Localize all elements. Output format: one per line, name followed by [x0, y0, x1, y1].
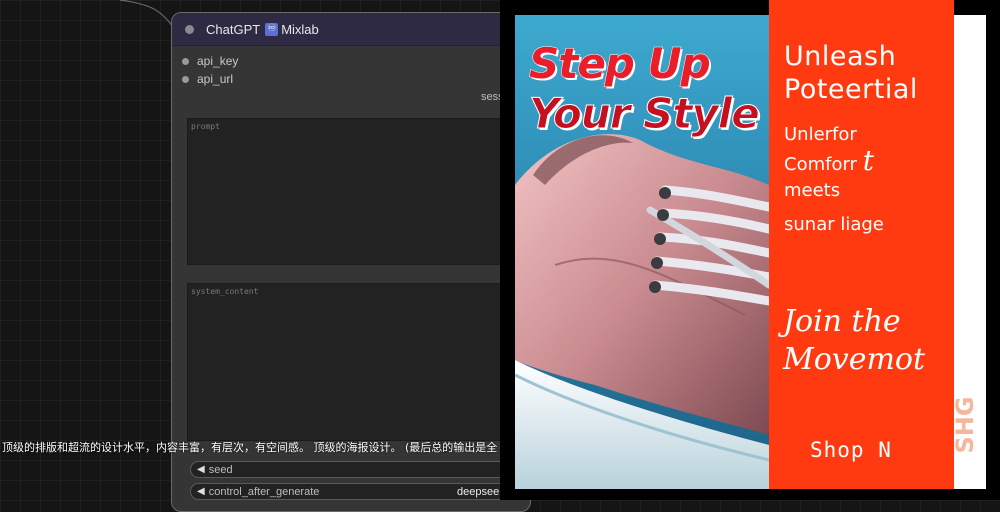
decrement-arrow-icon[interactable]: ◀: [197, 464, 205, 475]
poster-tagline: Unlerfor Comforr t meets sunar liage: [784, 122, 884, 238]
poster-red-panel: Unleash Poteertial Unlerfor Comforr t me…: [769, 0, 954, 489]
seed-label: seed: [208, 463, 233, 476]
poster-join-line1: Join the: [783, 304, 901, 339]
prompt-placeholder: prompt: [191, 122, 220, 131]
system-content-textarea[interactable]: system_content: [187, 283, 530, 441]
collapse-dot-icon[interactable]: [185, 24, 194, 34]
prompt-overlay-text: 顶级的排版和超流的设计水平，内容丰富，有层次，有空间感。 顶级的海报设计。 (最…: [2, 441, 498, 454]
poster-unleash-line2: Poteertial: [784, 74, 918, 105]
poster-unleash-line1: Unleash: [784, 41, 897, 72]
poster-headline-line1: Step Up: [529, 39, 712, 89]
input-slot-dot-icon[interactable]: [182, 57, 189, 65]
prompt-textarea[interactable]: prompt: [187, 118, 530, 265]
poster-join-text: Join the Movemot: [783, 303, 925, 379]
control-after-generate-label: control_after_generate: [208, 485, 320, 498]
infinity-icon: ♾: [265, 22, 279, 36]
generated-poster-image: Unleash Poteertial Unlerfor Comforr t me…: [500, 0, 1000, 500]
poster-tagline-line4: sunar liage: [784, 214, 884, 235]
poster-tagline-line1: Unlerfor: [784, 124, 857, 145]
poster-shop-text: Shop N: [810, 438, 892, 462]
node-header[interactable]: ChatGPT ♾ Mixlab: [172, 13, 530, 46]
poster-tagline-line3: meets: [784, 180, 841, 201]
decrement-arrow-icon[interactable]: ◀: [197, 486, 205, 497]
poster-join-line2: Movemot: [783, 342, 926, 377]
poster-tagline-line2: Comforr: [784, 154, 857, 175]
system-content-placeholder: system_content: [191, 287, 259, 296]
poster-headline: Step Up Your Style: [529, 39, 769, 139]
input-slot-dot-icon[interactable]: [182, 75, 189, 83]
input-label-api-key: api_key: [197, 54, 239, 68]
poster-vertical-mark: SHG: [951, 396, 979, 454]
input-slot-api-key[interactable]: api_key: [182, 54, 238, 68]
seed-widget[interactable]: ◀ seed: [190, 461, 530, 478]
poster-headline-line2: Your Style: [529, 89, 761, 139]
node-subtitle: Mixlab: [281, 21, 319, 37]
control-after-generate-widget[interactable]: ◀ control_after_generate deepseek: [190, 483, 530, 500]
poster-tagline-glyph: t: [862, 144, 874, 177]
chatgpt-node[interactable]: ChatGPT ♾ Mixlab api_key api_url sess pr…: [171, 12, 531, 512]
control-after-generate-value: deepseek: [457, 485, 505, 498]
poster-shoe-panel: Step Up Your Style: [515, 15, 769, 489]
poster-unleash-text: Unleash Poteertial: [784, 40, 918, 106]
input-slot-api-url[interactable]: api_url: [182, 72, 233, 86]
input-label-api-url: api_url: [197, 72, 234, 86]
node-title: ChatGPT: [206, 21, 261, 37]
